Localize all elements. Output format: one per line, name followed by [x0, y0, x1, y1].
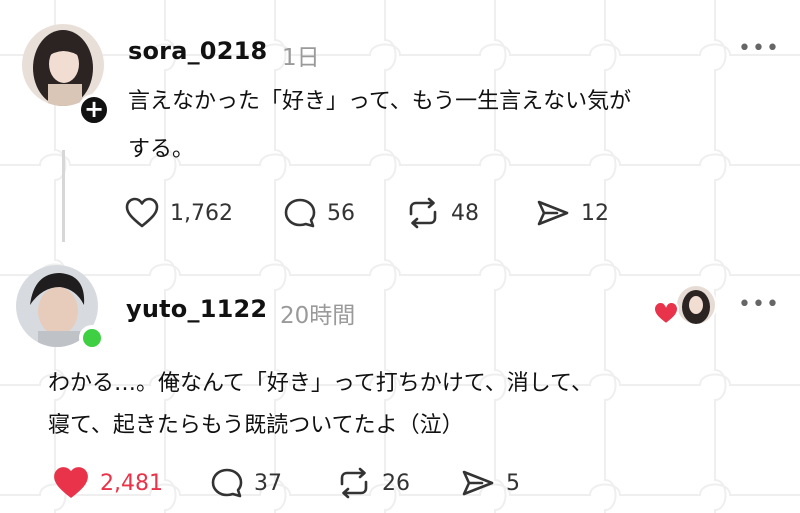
comment-count: 37 [254, 470, 282, 496]
like-button[interactable]: 2,481 [52, 467, 163, 499]
post-text-line-1: わかる…。俺なんて「好き」って打ちかけて、消して、 [48, 371, 593, 396]
comment-button[interactable]: 56 [283, 197, 355, 229]
username[interactable]: sora_0218 [128, 37, 267, 65]
repost-button[interactable]: 48 [405, 197, 479, 229]
comment-count: 56 [327, 200, 355, 226]
share-icon [462, 470, 494, 496]
comment-icon [211, 468, 243, 498]
like-count: 2,481 [100, 470, 163, 496]
heart-icon [54, 467, 88, 498]
liked-heart-badge-icon [652, 300, 680, 326]
comment-button[interactable]: 37 [210, 467, 282, 499]
liked-by-avatar [675, 284, 717, 326]
username[interactable]: yuto_1122 [126, 295, 267, 323]
post-text-line-1: 言えなかった「好き」って、もう一生言えない気が [128, 89, 632, 114]
repost-count: 26 [382, 470, 410, 496]
share-count: 5 [506, 470, 520, 496]
post-text-line-2: 寝て、起きたらもう既読ついてたよ（泣） [48, 413, 464, 438]
more-icon[interactable]: ••• [738, 38, 780, 60]
online-status-indicator [79, 325, 105, 351]
repost-icon [340, 467, 368, 499]
repost-button[interactable]: 26 [336, 467, 410, 499]
share-count: 12 [581, 200, 609, 226]
repost-icon [409, 197, 437, 229]
like-button[interactable]: 1,762 [124, 197, 233, 229]
post-time: 20時間 [280, 303, 356, 329]
share-icon [537, 200, 569, 226]
post-text-line-2: する。 [128, 137, 195, 162]
thread-line [62, 150, 65, 242]
heart-icon [125, 197, 159, 228]
post-time: 1日 [282, 45, 320, 71]
like-count: 1,762 [170, 200, 233, 226]
follow-plus-icon[interactable]: + [78, 94, 110, 126]
more-icon[interactable]: ••• [738, 294, 780, 316]
share-button[interactable]: 5 [460, 467, 520, 499]
comment-icon [284, 198, 316, 228]
repost-count: 48 [451, 200, 479, 226]
share-button[interactable]: 12 [535, 197, 609, 229]
